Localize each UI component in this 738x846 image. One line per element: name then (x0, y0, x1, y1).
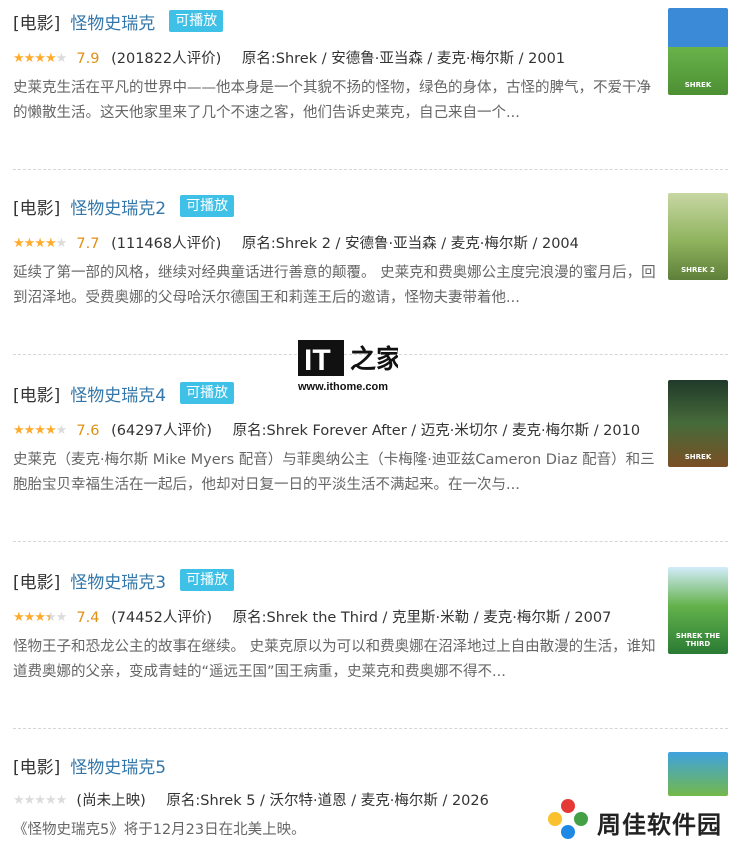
category-label: [电影] (13, 13, 61, 34)
summary-text: 史莱克（麦克·梅尔斯 Mike Myers 配音）与菲奥纳公主（卡梅隆·迪亚兹C… (13, 452, 655, 493)
result-item: [电影] 怪物史瑞克3 可播放 ★★★★★ 7.4 (74452人评价) 原名:… (13, 567, 728, 729)
summary-text: 怪物王子和恐龙公主的故事在继续。 史莱克原以为可以和费奥娜在沼泽地过上自由散漫的… (13, 639, 656, 680)
category-label: [电影] (13, 757, 61, 778)
rating-stars: ★★★★★ (13, 793, 67, 808)
rating-score: 7.6 (76, 423, 100, 439)
poster-title: SHREK (684, 81, 712, 89)
result-item: [电影] 怪物史瑞克2 可播放 ★★★★★ 7.7 (111468人评价) 原名… (13, 193, 728, 355)
meta-row: ★★★★★ 7.4 (74452人评价) 原名:Shrek the Third … (13, 607, 658, 629)
playable-badge[interactable]: 可播放 (180, 382, 235, 404)
rating-stars: ★★★★★ (13, 423, 67, 438)
playable-badge[interactable]: 可播放 (180, 195, 235, 217)
meta-row: ★★★★★ 7.9 (201822人评价) 原名:Shrek / 安德鲁·亚当森… (13, 48, 658, 70)
result-item: [电影] 怪物史瑞克 可播放 ★★★★★ 7.9 (201822人评价) 原名:… (13, 8, 728, 170)
svg-text:之家: 之家 (350, 344, 398, 375)
meta-row: ★★★★★ 7.6 (64297人评价) 原名:Shrek Forever Af… (13, 420, 658, 442)
vote-count: (64297人评价) (111, 423, 213, 439)
movie-title-link[interactable]: 怪物史瑞克 (70, 9, 155, 34)
movie-title-link[interactable]: 怪物史瑞克3 (70, 568, 166, 593)
rating-stars: ★★★★★ (13, 51, 67, 66)
original-info: 原名:Shrek / 安德鲁·亚当森 / 麦克·梅尔斯 / 2001 (241, 51, 566, 67)
summary-text: 延续了第一部的风格，继续对经典童话进行善意的颠覆。 史莱克和费奥娜公主度完浪漫的… (13, 265, 656, 306)
original-info: 原名:Shrek the Third / 克里斯·米勒 / 麦克·梅尔斯 / 2… (232, 610, 612, 626)
original-info: 原名:Shrek 5 / 沃尔特·道恩 / 麦克·梅尔斯 / 2026 (166, 793, 489, 809)
poster-image[interactable]: SHREK 2 (668, 193, 728, 280)
svg-text:IT: IT (304, 344, 331, 377)
summary-text: 史莱克生活在平凡的世界中——他本身是一个其貌不扬的怪物，绿色的身体，古怪的脾气，… (13, 80, 651, 121)
category-label: [电影] (13, 198, 61, 219)
poster-title: SHREK 2 (681, 266, 715, 274)
result-item: [电影] 怪物史瑞克4 可播放 ★★★★★ 7.6 (64297人评价) 原名:… (13, 380, 728, 542)
original-info: 原名:Shrek Forever After / 迈克·米切尔 / 麦克·梅尔斯… (232, 423, 641, 439)
rating-stars: ★★★★★ (13, 236, 67, 251)
category-label: [电影] (13, 385, 61, 406)
playable-badge[interactable]: 可播放 (169, 10, 224, 32)
poster-image[interactable]: SHREK (668, 380, 728, 467)
rating-score: 7.7 (76, 236, 100, 252)
zj-watermark-text: 周佳软件园 (597, 811, 722, 839)
playable-badge[interactable]: 可播放 (180, 569, 235, 591)
poster-image[interactable]: SHREK (668, 8, 728, 95)
poster-title: SHREK (684, 453, 712, 461)
poster-title: SHREK THE THIRD (675, 632, 721, 648)
vote-count: (201822人评价) (111, 51, 222, 67)
original-info: 原名:Shrek 2 / 安德鲁·亚当森 / 麦克·梅尔斯 / 2004 (241, 236, 579, 252)
rating-score: 7.9 (76, 51, 100, 67)
ithome-url-watermark: www.ithome.com (298, 381, 389, 393)
poster-image[interactable]: SHREK THE THIRD (668, 567, 728, 654)
vote-count: (74452人评价) (111, 610, 213, 626)
movie-title-link[interactable]: 怪物史瑞克5 (70, 753, 166, 778)
vote-count: (尚未上映) (76, 793, 146, 809)
rating-score: 7.4 (76, 610, 100, 626)
rating-stars: ★★★★★ (13, 607, 69, 628)
movie-title-link[interactable]: 怪物史瑞克4 (70, 381, 166, 406)
movie-title-link[interactable]: 怪物史瑞克2 (70, 194, 166, 219)
vote-count: (111468人评价) (111, 236, 222, 252)
meta-row: ★★★★★ 7.7 (111468人评价) 原名:Shrek 2 / 安德鲁·亚… (13, 233, 658, 255)
category-label: [电影] (13, 572, 61, 593)
poster-image[interactable] (668, 752, 728, 796)
